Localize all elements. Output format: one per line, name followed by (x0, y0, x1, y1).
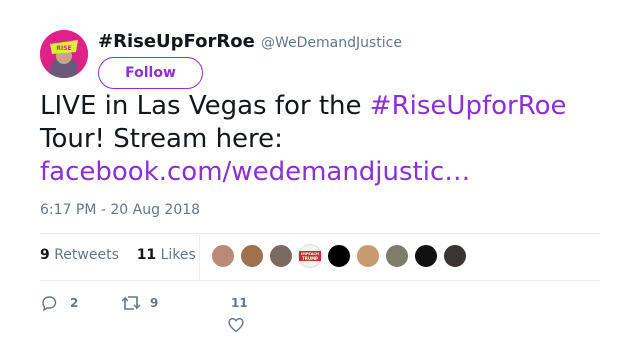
divider (40, 280, 600, 281)
likes-count: 11 (136, 247, 157, 263)
svg-text:RISE: RISE (56, 45, 71, 52)
liker-avatar-6[interactable] (356, 244, 380, 268)
retweet-icon (120, 294, 142, 312)
likes-stat[interactable]: 11 Likes (137, 247, 196, 263)
reply-icon (40, 294, 58, 312)
retweets-stat[interactable]: 9 Retweets (40, 247, 119, 263)
tweet-text: LIVE in Las Vegas for the #RiseUpforRoe … (40, 90, 620, 189)
tweet-stats: 9 Retweets 11 Likes (40, 247, 196, 263)
follow-button[interactable]: Follow (98, 57, 203, 89)
liker-avatar-8[interactable] (414, 244, 438, 268)
liker-avatar-5[interactable] (327, 244, 351, 268)
heart-icon (227, 316, 245, 334)
liker-avatar-3[interactable] (269, 244, 293, 268)
retweets-count: 9 (40, 247, 50, 263)
liker-avatar-4[interactable]: IMPEACH TRUMP (298, 244, 322, 268)
tweet-actions: 2 9 11 (40, 292, 300, 336)
hashtag-link[interactable]: #RiseUpforRoe (370, 91, 567, 121)
stats-separator (199, 235, 200, 279)
liker-avatar-1[interactable] (211, 244, 235, 268)
external-link[interactable]: facebook.com/wedemandjustic… (40, 157, 470, 187)
likes-label: Likes (160, 247, 196, 263)
tweet-timestamp[interactable]: 6:17 PM - 20 Aug 2018 (40, 202, 200, 218)
retweets-label: Retweets (54, 247, 119, 263)
liker-avatar-7[interactable] (385, 244, 409, 268)
user-handle[interactable]: @WeDemandJustice (261, 35, 402, 51)
reply-count: 2 (70, 296, 79, 310)
display-name[interactable]: #RiseUpForRoe (98, 31, 255, 52)
tweet-text-prefix: LIVE in Las Vegas for the (40, 91, 370, 121)
liker-avatar-9[interactable] (443, 244, 467, 268)
avatar[interactable]: RISE (40, 30, 88, 78)
svg-text:TRUMP: TRUMP (302, 256, 318, 261)
divider (40, 233, 600, 234)
like-count: 11 (231, 296, 248, 310)
liker-avatar-2[interactable] (240, 244, 264, 268)
tweet-text-line2: Tour! Stream here: (40, 124, 283, 154)
retweet-count: 9 (150, 296, 159, 310)
